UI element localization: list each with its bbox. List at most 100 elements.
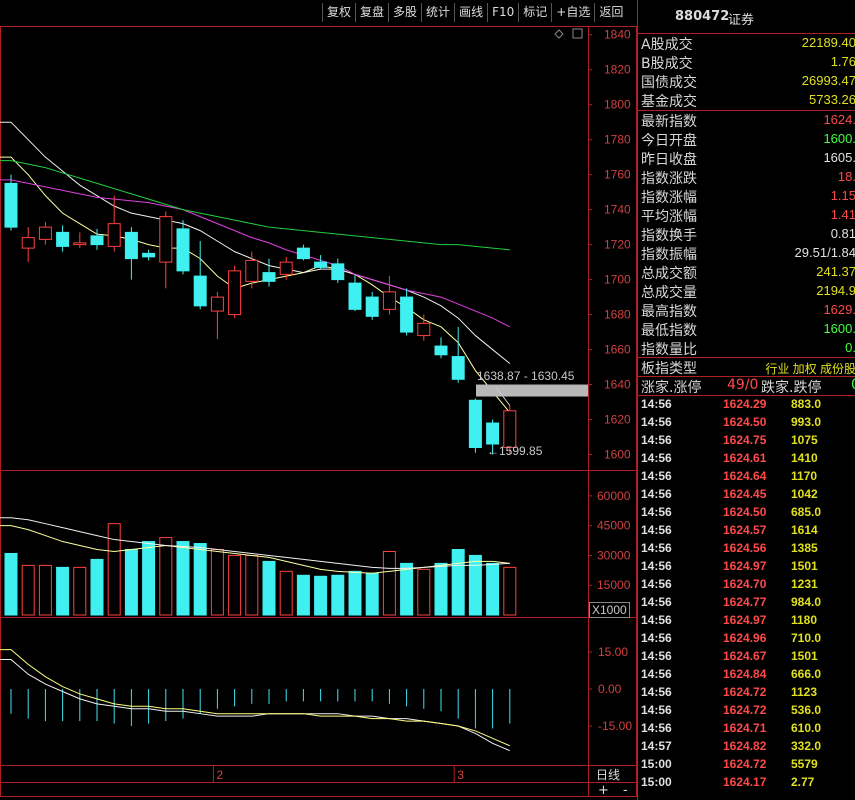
toolbar: 复权 复盘 多股 统计 画线 F10 标记 +自选 返回 [322, 3, 627, 23]
index-row-value: 18. [837, 169, 855, 184]
tick-price: 1624.96 [723, 631, 767, 645]
price-tick-label: 1840 [604, 28, 631, 42]
toolbar-button-5[interactable]: F10 [487, 3, 518, 22]
index-row-value: 0. [845, 340, 855, 355]
toolbar-button-3[interactable]: 统计 [421, 3, 454, 22]
board-type-value[interactable]: 行业 加权 成份股 [765, 360, 855, 377]
tick-price: 1624.75 [723, 433, 767, 447]
toolbar-button-8[interactable]: 返回 [594, 3, 627, 22]
tick-volume: 685.0 [791, 505, 822, 519]
ma20-line [0, 179, 511, 328]
tick-volume: 993.0 [791, 415, 822, 429]
window-icon [572, 28, 583, 39]
zoom-out-button[interactable]: - [623, 783, 628, 798]
down-count-label: 跌家.跌停 [761, 380, 822, 396]
tick-price: 1624.72 [723, 685, 767, 699]
macd-tick-label: 15.00 [598, 645, 628, 659]
candle-body [451, 356, 465, 380]
tick-row: 14:57 1624.82 332.0 [641, 739, 855, 757]
candle-body [159, 216, 173, 263]
toolbar-button-1[interactable]: 复盘 [355, 3, 388, 22]
volume-bar [314, 575, 328, 616]
index-row-value: 29.51/1.84 [794, 245, 855, 260]
chart-area[interactable]: 1840 1820 1800 1780 1760 1740 1720 1700 1680 1660… [0, 0, 637, 800]
tick-price: 1624.17 [723, 775, 767, 789]
index-row-value: 1.15 [830, 188, 855, 203]
low-value: 1599.85 [499, 444, 543, 458]
tick-volume: 610.0 [791, 721, 822, 735]
index-row: 指数量比 0. [641, 339, 855, 358]
tick-row: 15:00 1624.72 5579 [641, 757, 855, 775]
toolbar-button-4[interactable]: 画线 [454, 3, 487, 22]
volume-bar [4, 552, 18, 616]
candle-body [262, 272, 276, 282]
tick-volume: 1410 [791, 451, 818, 465]
index-code: 880472 [675, 9, 730, 24]
candle-body [124, 231, 138, 260]
volume-bar [90, 558, 104, 616]
candle-body [503, 410, 517, 449]
candle-body [486, 422, 500, 445]
index-row: 平均涨幅 1.41 [641, 206, 855, 225]
low-annotation: ←1599.85 [487, 444, 542, 458]
price-tick-label: 1660 [604, 343, 631, 357]
tick-row: 14:56 1624.97 1501 [641, 559, 855, 577]
tick-price: 1624.57 [723, 523, 767, 537]
panel-title: 880472 证券 [638, 3, 855, 30]
tick-time: 14:56 [641, 451, 672, 465]
tick-volume: 1075 [791, 433, 818, 447]
macd-tick-label: -15.00 [598, 719, 632, 733]
tick-price: 1624.50 [723, 415, 767, 429]
index-row-label: 昨日收盘 [641, 152, 697, 168]
macd-dif-line [0, 658, 510, 752]
candle-body [107, 223, 121, 247]
kline-chart[interactable]: 1840 1820 1800 1780 1760 1740 1720 1700 1680 1660… [0, 0, 637, 800]
tick-row: 14:56 1624.84 666.0 [641, 667, 855, 685]
period-button[interactable]: 日线 [596, 766, 620, 783]
volume-bar [262, 560, 276, 616]
volume-tick-label: 45000 [597, 519, 631, 533]
tick-volume: 536.0 [791, 703, 822, 717]
price-tick-label: 1800 [604, 98, 631, 112]
tick-row: 14:56 1624.56 1385 [641, 541, 855, 559]
index-row-label: 平均涨幅 [641, 209, 697, 225]
market-row-label: 国债成交 [641, 75, 697, 91]
toolbar-button-6[interactable]: 标记 [518, 3, 551, 22]
candle-body [142, 252, 156, 258]
volume-bar [331, 574, 345, 616]
toolbar-button-2[interactable]: 多股 [388, 3, 421, 22]
tick-time: 14:56 [641, 631, 672, 645]
toolbar-button-0[interactable]: 复权 [322, 3, 355, 22]
price-tick-label: 1680 [604, 308, 631, 322]
candle-body [193, 275, 207, 307]
toolbar-button-7[interactable]: +自选 [551, 3, 594, 22]
tick-volume: 984.0 [791, 595, 822, 609]
tick-price: 1624.77 [723, 595, 767, 609]
index-row-label: 今日开盘 [641, 133, 697, 149]
volume-bar [382, 550, 396, 616]
tick-time: 14:56 [641, 433, 672, 447]
market-row-value: 26993.47 [801, 73, 855, 88]
tick-price: 1624.71 [723, 721, 767, 735]
tick-volume: 1042 [791, 487, 818, 501]
index-row-label: 总成交量 [641, 285, 697, 301]
volume-bar [365, 572, 379, 616]
tick-volume: 710.0 [791, 631, 822, 645]
tick-price: 1624.50 [723, 505, 767, 519]
candle-body [210, 296, 224, 312]
index-row-label: 最新指数 [641, 114, 697, 130]
market-row-label: 基金成交 [641, 94, 697, 110]
index-row-value: 1600. [823, 321, 855, 336]
price-tick-label: 1700 [604, 273, 631, 287]
up-count-value: 49/0 [727, 377, 759, 393]
index-row-value: 1624. [823, 112, 855, 127]
zoom-in-button[interactable]: + [598, 783, 609, 798]
index-row: 指数振幅 29.51/1.84 [641, 244, 855, 263]
candle-body [4, 182, 18, 228]
tick-row: 15:00 1624.17 2.77 [641, 775, 855, 793]
tick-volume: 1614 [791, 523, 818, 537]
candle-body [434, 345, 448, 356]
tick-volume: 883.0 [791, 397, 822, 411]
tick-row: 14:56 1624.61 1410 [641, 451, 855, 469]
diamond-icon [554, 29, 564, 39]
